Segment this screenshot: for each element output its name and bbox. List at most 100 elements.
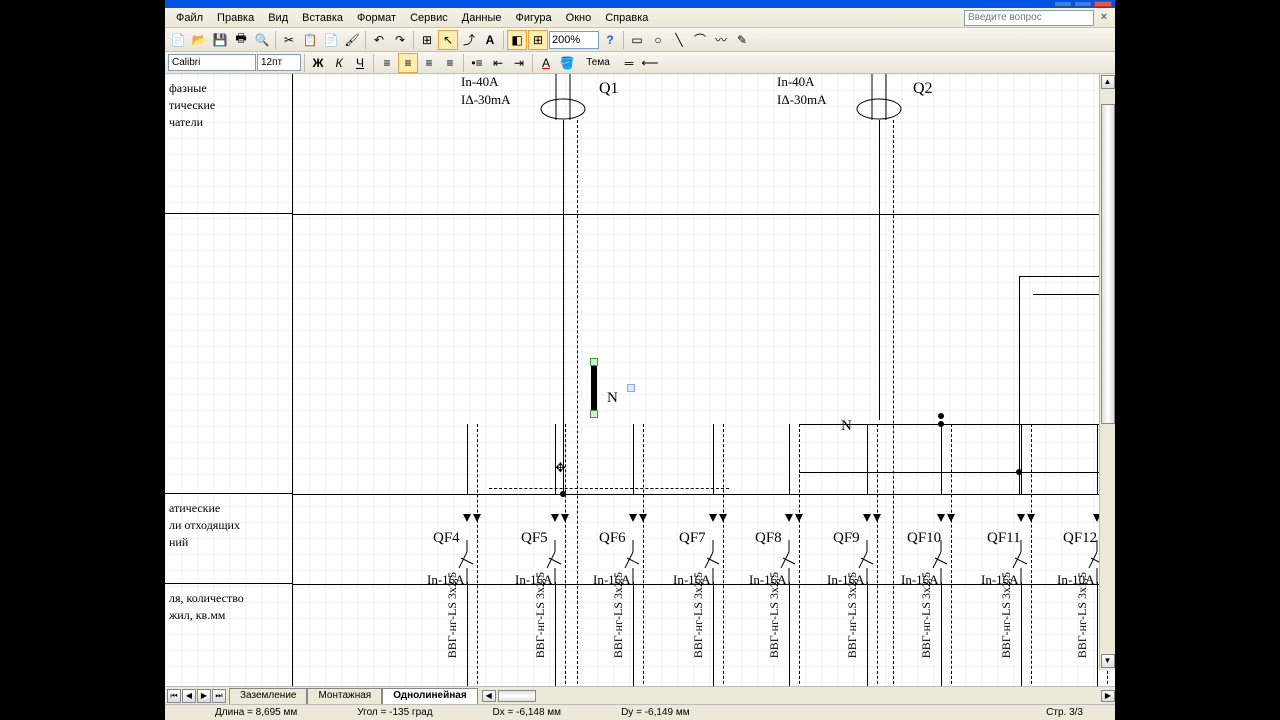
- open-icon[interactable]: 📂: [189, 30, 209, 50]
- diagram-content[interactable]: In-40A IΔ-30mA Q1 In-40A IΔ-30mA Q2 In-4…: [293, 74, 1099, 686]
- outgoing-wire: [633, 582, 634, 686]
- align-right-icon[interactable]: ≡: [419, 53, 439, 73]
- neutral-bar-1[interactable]: [591, 362, 597, 414]
- rcd-q2-label: Q2: [913, 80, 933, 98]
- arrow-icon: [561, 514, 569, 522]
- align-left-icon[interactable]: ≡: [377, 53, 397, 73]
- arrow-icon: [709, 514, 717, 522]
- sheet-tab-1[interactable]: Заземление: [229, 688, 307, 704]
- outgoing-wire: [1097, 582, 1098, 686]
- zoom-input[interactable]: [549, 31, 599, 49]
- bold-icon[interactable]: Ж: [308, 53, 328, 73]
- separator: [413, 31, 414, 49]
- selection-handle[interactable]: [590, 410, 598, 418]
- titlebar[interactable]: [165, 0, 1115, 8]
- scroll-left-icon[interactable]: ◀: [482, 690, 496, 702]
- menu-tools[interactable]: Сервис: [403, 10, 455, 26]
- cut-icon[interactable]: ✂: [279, 30, 299, 50]
- grid-icon[interactable]: ⊞: [528, 30, 548, 50]
- italic-icon[interactable]: К: [329, 53, 349, 73]
- paste-icon[interactable]: 📄: [321, 30, 341, 50]
- bullets-icon[interactable]: •≡: [467, 53, 487, 73]
- text-tool-icon[interactable]: A: [480, 30, 500, 50]
- menu-data[interactable]: Данные: [455, 10, 509, 26]
- separator: [275, 31, 276, 49]
- horizontal-scrollbar[interactable]: ◀ ▶: [482, 689, 1115, 703]
- bus-line: [1019, 276, 1020, 494]
- scroll-right-icon[interactable]: ▶: [1101, 690, 1115, 702]
- scroll-thumb[interactable]: [1101, 104, 1115, 424]
- save-icon[interactable]: 💾: [210, 30, 230, 50]
- cable-label: ВВГ-нг-LS 3x2,5: [999, 572, 1014, 658]
- help-icon[interactable]: ?: [600, 30, 620, 50]
- menu-edit[interactable]: Правка: [210, 10, 261, 26]
- redo-icon[interactable]: ↷: [390, 30, 410, 50]
- scroll-thumb[interactable]: [498, 690, 536, 702]
- maximize-button[interactable]: [1074, 1, 1092, 7]
- rcd-q1-symbol[interactable]: [533, 74, 593, 124]
- theme-button[interactable]: Тема: [578, 53, 618, 73]
- separator: [463, 54, 464, 72]
- tab-prev-icon[interactable]: ◀: [182, 689, 196, 703]
- outgoing-wire: [555, 582, 556, 686]
- menu-shape[interactable]: Фигура: [509, 10, 559, 26]
- rcd-q2-in: In-40A: [777, 74, 815, 90]
- close-button[interactable]: [1094, 1, 1112, 7]
- scroll-up-icon[interactable]: ▲: [1101, 75, 1115, 89]
- line-ends-icon[interactable]: ⟵: [640, 53, 660, 73]
- font-color-icon[interactable]: A: [536, 53, 556, 73]
- menu-window[interactable]: Окно: [559, 10, 599, 26]
- pointer-tool-icon[interactable]: ↖: [438, 30, 458, 50]
- undo-icon[interactable]: ↶: [369, 30, 389, 50]
- arrow-icon: [463, 514, 471, 522]
- connector-tool-icon[interactable]: ⤴: [459, 30, 479, 50]
- align-center-icon[interactable]: ≡: [398, 53, 418, 73]
- arrow-icon: [785, 514, 793, 522]
- fill-color-icon[interactable]: 🪣: [557, 53, 577, 73]
- canvas[interactable]: фазные тические чатели атические ли отхо…: [165, 74, 1115, 686]
- new-icon[interactable]: 📄: [168, 30, 188, 50]
- menu-view[interactable]: Вид: [261, 10, 295, 26]
- underline-icon[interactable]: Ч: [350, 53, 370, 73]
- ellipse-tool-icon[interactable]: ○: [648, 30, 668, 50]
- format-painter-icon[interactable]: 🖌: [342, 30, 362, 50]
- decrease-indent-icon[interactable]: ⇤: [488, 53, 508, 73]
- rectangle-tool-icon[interactable]: ▭: [627, 30, 647, 50]
- line-tool-icon[interactable]: ╲: [669, 30, 689, 50]
- menu-file[interactable]: Файл: [169, 10, 210, 26]
- arrow-icon: [873, 514, 881, 522]
- rotation-handle[interactable]: [627, 384, 635, 392]
- tab-next-icon[interactable]: ▶: [197, 689, 211, 703]
- line-style-icon[interactable]: ═: [619, 53, 639, 73]
- selection-handle[interactable]: [590, 358, 598, 366]
- statusbar: Длина = 8,695 мм Угол = -135 град Dx = -…: [165, 704, 1115, 720]
- close-help-icon[interactable]: ×: [1097, 11, 1111, 25]
- arc-tool-icon[interactable]: ⌒: [690, 30, 710, 50]
- font-size-select[interactable]: [257, 54, 301, 71]
- tab-first-icon[interactable]: ⏮: [167, 689, 181, 703]
- connect-line: [799, 472, 1115, 473]
- sheet-tab-3[interactable]: Однолинейная: [382, 688, 477, 704]
- copy-icon[interactable]: 📋: [300, 30, 320, 50]
- scroll-down-icon[interactable]: ▼: [1101, 654, 1115, 668]
- increase-indent-icon[interactable]: ⇥: [509, 53, 529, 73]
- font-select[interactable]: [168, 54, 256, 71]
- freeform-tool-icon[interactable]: 〰: [711, 30, 731, 50]
- rcd-q2-symbol[interactable]: [849, 74, 909, 124]
- insert-table-icon[interactable]: ⊞: [417, 30, 437, 50]
- tab-last-icon[interactable]: ⏭: [212, 689, 226, 703]
- align-justify-icon[interactable]: ≡: [440, 53, 460, 73]
- sheet-tab-2[interactable]: Монтажная: [307, 688, 382, 704]
- sheet-tab-bar: ⏮ ◀ ▶ ⏭ Заземление Монтажная Однолинейна…: [165, 686, 1115, 704]
- breaker-feed: [941, 424, 942, 494]
- menu-help[interactable]: Справка: [598, 10, 655, 26]
- menu-insert[interactable]: Вставка: [295, 10, 350, 26]
- menu-format[interactable]: Формат: [350, 10, 403, 26]
- print-icon[interactable]: 🖶: [231, 30, 251, 50]
- shapes-window-icon[interactable]: ◧: [507, 30, 527, 50]
- help-search-input[interactable]: [964, 10, 1094, 26]
- print-preview-icon[interactable]: 🔍: [252, 30, 272, 50]
- vertical-scrollbar[interactable]: ▲ ▼: [1099, 74, 1115, 670]
- minimize-button[interactable]: [1054, 1, 1072, 7]
- pencil-tool-icon[interactable]: ✎: [732, 30, 752, 50]
